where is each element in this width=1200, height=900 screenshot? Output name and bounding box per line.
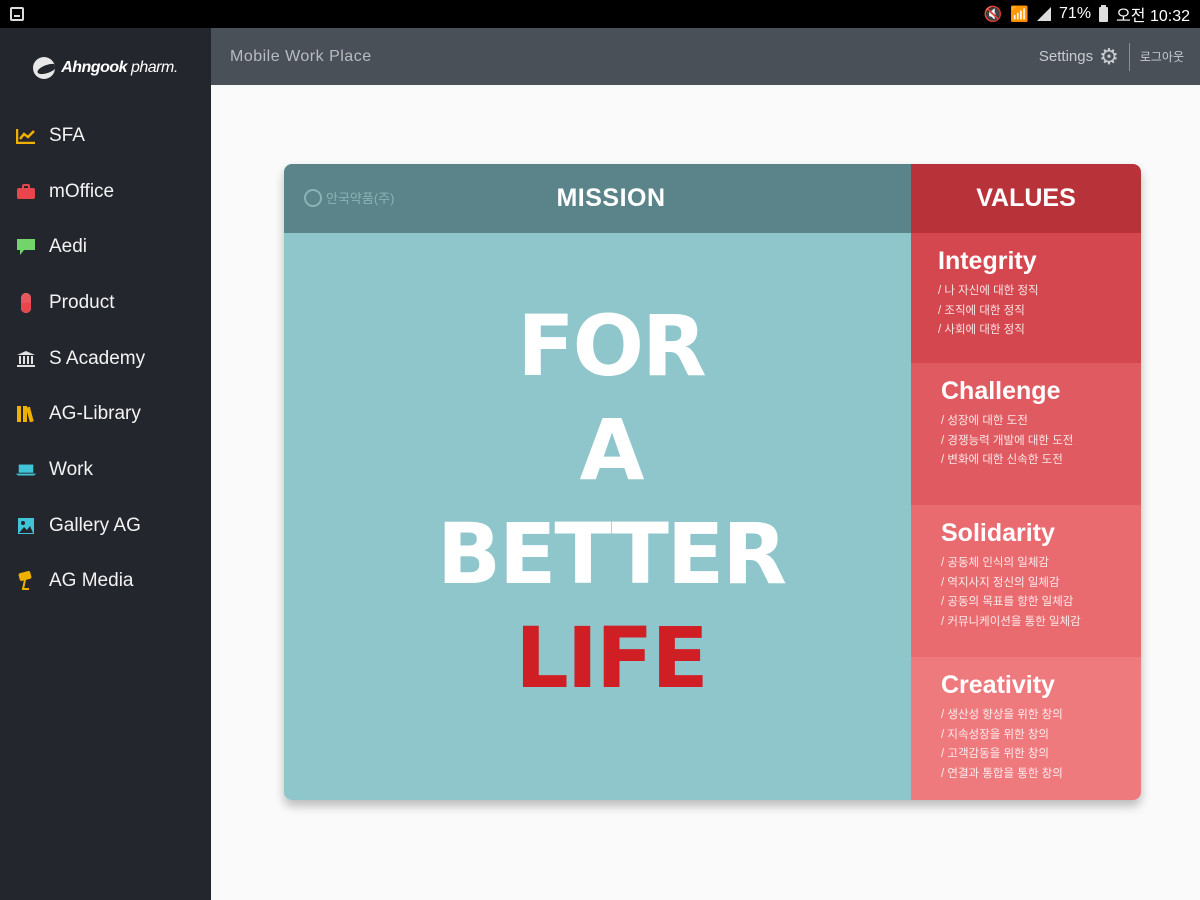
value-line: / 생산성 향상을 위한 창의 [941,709,1063,721]
value-line: / 역지사지 정신의 일체감 [941,576,1060,589]
value-line: / 커뮤니케이션을 통한 일체감 [941,615,1081,628]
value-line: / 공동체 인식의 일체감 [941,557,1049,569]
sidebar-item-label: Work [49,458,93,480]
value-line: / 경쟁능력 개발에 대한 도전 [941,434,1074,447]
slogan-line: A [579,401,644,499]
sidebar-item-label: S Academy [49,347,146,369]
mission-header: 안국약품(주) MISSION [284,164,911,233]
value-name: Challenge [941,377,1061,405]
value-line: / 지속성장을 위한 창의 [941,728,1049,741]
values-title: VALUES [976,184,1076,212]
status-bar: 🔇 📶 71% 오전 10:32 [0,0,1200,28]
sidebar-item-gallery-ag[interactable]: Gallery AG [0,498,211,554]
values-panel: VALUES Integrity / 나 자신에 대한 정직 / 조직에 대한 … [911,164,1141,800]
sidebar-item-label: Product [49,291,115,313]
chart-icon [16,127,36,145]
gear-icon: ⚙ [1099,43,1119,69]
value-name: Integrity [938,247,1037,275]
mute-icon: 🔇 [983,5,1003,23]
slogan-line-accent: LIFE [515,609,709,707]
value-line: / 성장에 대한 도전 [941,415,1028,427]
value-name: Creativity [941,671,1055,699]
header: Mobile Work Place Settings ⚙ 로그아웃 [211,28,1200,85]
sidebar-item-label: Gallery AG [49,514,141,536]
sidebar-item-label: AG Media [49,570,134,592]
sidebar-item-ag-library[interactable]: AG-Library [0,386,211,442]
mission-title: MISSION [556,184,666,212]
sidebar-item-label: mOffice [49,180,115,202]
value-challenge: Challenge / 성장에 대한 도전 / 경쟁능력 개발에 대한 도전 /… [911,363,1141,505]
value-line: / 공동의 목표를 향한 일체감 [941,596,1074,608]
header-divider [1128,42,1130,71]
sidebar-item-work[interactable]: Work [0,442,211,498]
status-bar-right: 🔇 📶 71% 오전 10:32 [984,2,1190,26]
header-actions: Settings ⚙ 로그아웃 [1039,42,1184,71]
logo-text: Ahngook pharm. [61,59,178,77]
sidebar-item-sfa[interactable]: SFA [0,108,211,164]
sidebar-item-aedi[interactable]: Aedi [0,219,211,275]
value-solidarity: Solidarity / 공동체 인식의 일체감 / 역지사지 정신의 일체감 … [911,505,1141,657]
signal-icon [1037,7,1052,21]
settings-link[interactable]: Settings ⚙ [1039,44,1119,70]
value-line: / 변화에 대한 신속한 도전 [941,454,1063,466]
books-icon [16,405,36,423]
page-title: Mobile Work Place [230,47,372,65]
battery-percent: 71% [1059,5,1092,22]
sidebar-item-ag-media[interactable]: AG Media [0,554,211,610]
sidebar: Ahngook pharm. SFA mOffice Aedi Product [0,28,211,900]
value-creativity: Creativity / 생산성 향상을 위한 창의 / 지속성장을 위한 창의… [911,657,1141,800]
value-name: Solidarity [941,519,1055,547]
sidebar-item-product[interactable]: Product [0,275,211,331]
screenshot-notification-icon [10,7,24,21]
mission-panel: 안국약품(주) MISSION FOR A BETTER LIFE [284,164,911,800]
logo-suffix: pharm. [127,59,178,76]
sidebar-item-label: AG-Library [49,403,141,425]
sidebar-item-moffice[interactable]: mOffice [0,164,211,220]
chat-bubble-icon [16,238,36,256]
sidebar-item-s-academy[interactable]: S Academy [0,331,211,387]
slogan-line: FOR [517,297,706,395]
sidebar-menu: SFA mOffice Aedi Product S Academy AG-Li… [0,108,211,609]
sidebar-item-label: SFA [49,124,85,146]
laptop-icon [16,461,36,479]
logo-brand: Ahngook [61,59,128,76]
mission-card: 안국약품(주) MISSION FOR A BETTER LIFE VALUES… [284,164,1141,800]
value-line: / 조직에 대한 정직 [938,304,1025,317]
company-logo[interactable]: Ahngook pharm. [0,28,211,108]
main-content: 안국약품(주) MISSION FOR A BETTER LIFE VALUES… [211,85,1200,900]
values-header: VALUES [911,164,1141,233]
slogan-line: BETTER [437,505,787,603]
value-line: / 나 자신에 대한 정직 [938,285,1039,297]
value-line: / 연결과 통합을 통한 창의 [941,767,1063,780]
logout-button[interactable]: 로그아웃 [1140,48,1184,65]
wifi-icon: 📶 [1010,5,1030,23]
slogan: FOR A BETTER LIFE [284,294,911,710]
capsule-icon [16,292,36,313]
value-line: / 고객감동을 위한 창의 [941,748,1049,760]
value-line: / 사회에 대한 정직 [938,324,1025,336]
settings-label: Settings [1038,48,1094,65]
picture-icon [16,517,36,535]
logo-mark-icon [33,57,56,79]
briefcase-icon [16,183,36,201]
battery-icon [1099,4,1109,22]
clock: 오전 10:32 [1116,8,1190,25]
institution-icon [16,350,36,368]
camera-icon [16,571,36,591]
sidebar-item-label: Aedi [49,236,88,258]
value-integrity: Integrity / 나 자신에 대한 정직 / 조직에 대한 정직 / 사회… [911,233,1141,363]
